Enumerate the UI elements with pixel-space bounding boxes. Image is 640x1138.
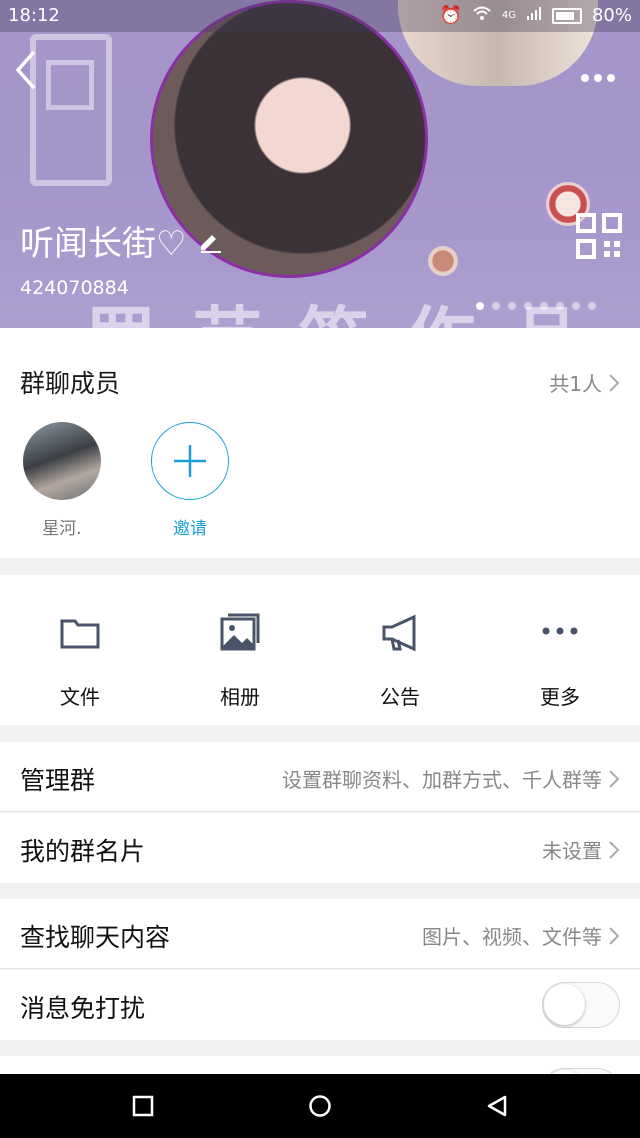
network-label: 4G — [501, 10, 516, 21]
header-decoration — [46, 60, 94, 110]
toggle-knob — [544, 984, 585, 1025]
header-sticker — [428, 246, 458, 276]
megaphone-icon — [382, 614, 416, 652]
do-not-disturb-title: 消息免打扰 — [20, 994, 146, 1023]
chevron-right-icon — [609, 926, 620, 945]
battery-percent: 80% — [591, 5, 632, 26]
members-title: 群聊成员 — [20, 369, 121, 398]
more-options-icon[interactable] — [580, 56, 616, 91]
more-button[interactable]: 更多 — [480, 575, 640, 725]
group-card-value: 未设置 — [542, 835, 620, 864]
search-history-hint: 图片、视频、文件等 — [422, 925, 602, 949]
invite-label: 邀请 — [173, 519, 207, 539]
status-bar: 18:12 ⏰ 4G 80% — [0, 0, 640, 32]
manage-group-row[interactable]: 管理群 设置群聊资料、加群方式、千人群等 — [0, 742, 640, 812]
search-history-row[interactable]: 查找聊天内容 图片、视频、文件等 — [0, 899, 640, 969]
group-card-row[interactable]: 我的群名片 未设置 — [0, 813, 640, 883]
plus-icon — [174, 445, 206, 477]
page-dot — [476, 302, 484, 310]
members-section: 群聊成员 共1人 星河. 邀请 — [0, 328, 640, 558]
function-grid: 文件 相册 公告 更多 — [0, 575, 640, 725]
folder-icon — [60, 619, 100, 649]
search-history-value: 图片、视频、文件等 — [422, 921, 620, 950]
recent-apps-icon[interactable] — [131, 1094, 155, 1118]
chevron-right-icon — [609, 840, 620, 859]
edit-icon[interactable] — [198, 229, 222, 253]
page-dot — [572, 302, 580, 310]
signal-icon — [526, 5, 542, 26]
photo-album-icon — [220, 613, 260, 651]
announcement-label: 公告 — [380, 685, 420, 709]
announcement-button[interactable]: 公告 — [320, 575, 480, 725]
page-dot — [540, 302, 548, 310]
page-dot — [588, 302, 596, 310]
group-name: 听闻长街♡ — [20, 224, 187, 264]
status-time: 18:12 — [8, 5, 60, 26]
system-nav-bar — [0, 1074, 640, 1138]
do-not-disturb-row: 消息免打扰 — [0, 970, 640, 1040]
page-dot — [508, 302, 516, 310]
manage-group-title: 管理群 — [20, 766, 96, 795]
home-icon[interactable] — [308, 1094, 332, 1118]
status-icons: ⏰ 4G 80% — [439, 5, 632, 26]
member-name: 星河. — [42, 519, 82, 539]
manage-group-hint: 设置群聊资料、加群方式、千人群等 — [282, 768, 602, 792]
more-label: 更多 — [540, 685, 580, 709]
page-indicator — [476, 302, 596, 310]
group-header: 罗 芸 笛 作 品 18:12 ⏰ 4G 80% 听闻长街♡ 424070884 — [0, 0, 640, 328]
group-id: 424070884 — [20, 277, 129, 299]
group-card-hint: 未设置 — [542, 839, 602, 863]
header-decoration — [30, 34, 112, 186]
do-not-disturb-toggle[interactable] — [542, 982, 620, 1028]
search-history-title: 查找聊天内容 — [20, 923, 171, 952]
divider — [0, 811, 640, 812]
files-button[interactable]: 文件 — [0, 575, 160, 725]
member-avatar[interactable] — [23, 422, 101, 500]
page-dot — [556, 302, 564, 310]
album-button[interactable]: 相册 — [160, 575, 320, 725]
files-label: 文件 — [60, 685, 100, 709]
manage-group-value: 设置群聊资料、加群方式、千人群等 — [282, 764, 620, 793]
more-dots-icon — [542, 627, 578, 635]
invite-button[interactable] — [151, 422, 229, 500]
chevron-right-icon — [609, 769, 620, 788]
group-card-title: 我的群名片 — [20, 837, 146, 866]
chevron-right-icon — [609, 373, 620, 392]
group-name-row[interactable]: 听闻长街♡ — [20, 216, 222, 265]
back-icon[interactable] — [12, 48, 38, 92]
members-count: 共1人 — [549, 372, 602, 396]
album-label: 相册 — [220, 685, 260, 709]
battery-icon — [551, 7, 582, 24]
wifi-icon — [472, 5, 492, 26]
alarm-icon: ⏰ — [439, 5, 462, 26]
page-dot — [492, 302, 500, 310]
page-dot — [524, 302, 532, 310]
qr-code-icon[interactable] — [576, 213, 622, 259]
members-count-link[interactable]: 共1人 — [549, 368, 620, 397]
divider — [0, 968, 640, 969]
back-nav-icon[interactable] — [485, 1094, 509, 1118]
